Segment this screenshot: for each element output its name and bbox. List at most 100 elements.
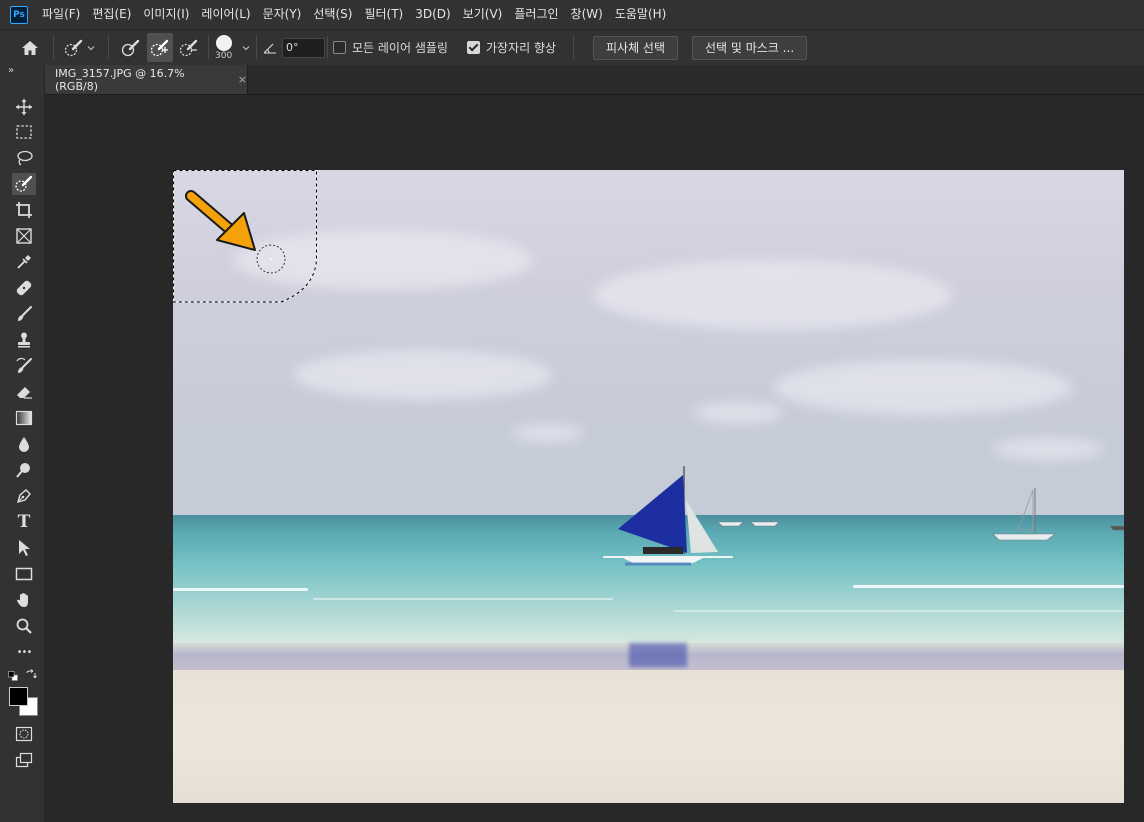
add-to-selection-mode-button[interactable] <box>147 33 173 62</box>
sample-all-layers-label: 모든 레이어 샘플링 <box>352 41 448 55</box>
screen-mode-button[interactable] <box>12 749 36 771</box>
magnifier-icon <box>16 618 32 634</box>
eyedropper-tool[interactable] <box>12 251 36 273</box>
marquee-tool[interactable] <box>12 121 36 143</box>
tool-preset-picker[interactable] <box>62 30 96 65</box>
options-bar: 300 0° 모든 레이어 샘플링 가장자리 향상 피사체 선택 선택 및 마스… <box>0 29 1144 66</box>
gradient-icon <box>15 410 33 426</box>
blur-tool[interactable] <box>12 433 36 455</box>
angle-input[interactable]: 0° <box>282 37 325 58</box>
lasso-tool[interactable] <box>12 147 36 169</box>
menu-image[interactable]: 이미지(I) <box>137 0 195 29</box>
menu-view[interactable]: 보기(V) <box>457 0 509 29</box>
hand-tool[interactable] <box>12 589 36 611</box>
rectangle-tool[interactable] <box>12 563 36 585</box>
lasso-icon <box>17 150 33 166</box>
menu-plugins[interactable]: 플러그인 <box>508 0 564 29</box>
menu-help[interactable]: 도움말(H) <box>609 0 673 29</box>
annotation-arrow-icon <box>185 190 256 251</box>
history-brush-icon <box>16 357 32 373</box>
eyedropper-icon <box>17 255 31 269</box>
crop-tool[interactable] <box>12 199 36 221</box>
home-icon <box>22 40 38 55</box>
menu-select[interactable]: 선택(S) <box>307 0 358 29</box>
sailboat <box>603 466 733 566</box>
menu-filter[interactable]: 필터(T) <box>358 0 409 29</box>
quick-selection-icon <box>15 175 33 192</box>
quick-mask-button[interactable] <box>12 723 36 745</box>
document-tab-bar: IMG_3157.JPG @ 16.7% (RGB/8) × <box>45 65 1144 95</box>
default-colors-button[interactable] <box>8 670 18 681</box>
add-selection-brush-icon <box>150 39 169 56</box>
pen-nib-icon <box>16 489 31 504</box>
document-image[interactable] <box>173 170 1124 803</box>
brush-cursor-center <box>270 258 272 260</box>
bandage-icon <box>16 280 32 296</box>
brush-size-value: 300 <box>215 51 233 61</box>
rectangle-icon <box>15 567 33 581</box>
photoshop-logo: Ps <box>10 5 28 24</box>
frame-icon <box>16 228 32 244</box>
subtract-selection-mode-button[interactable] <box>177 30 201 65</box>
gradient-tool[interactable] <box>12 407 36 429</box>
default-colors-icon <box>8 671 18 681</box>
menu-bar: Ps 파일(F) 편집(E) 이미지(I) 레이어(L) 문자(Y) 선택(S)… <box>0 0 1144 29</box>
tools-panel: » T ••• <box>0 65 45 822</box>
crop-icon <box>16 202 32 218</box>
enhance-edge-label: 가장자리 향상 <box>486 41 557 55</box>
zoom-tool[interactable] <box>12 615 36 637</box>
close-tab-button[interactable]: × <box>238 73 247 86</box>
stamp-icon <box>18 332 30 348</box>
sample-all-layers-checkbox[interactable]: 모든 레이어 샘플링 <box>333 30 448 65</box>
menu-layer[interactable]: 레이어(L) <box>195 0 256 29</box>
water-drop-icon <box>19 437 29 452</box>
distant-boats <box>717 488 1124 541</box>
arrow-cursor-icon <box>19 540 30 556</box>
subtract-selection-brush-icon <box>179 39 198 56</box>
menu-type[interactable]: 문자(Y) <box>257 0 308 29</box>
brush-size-picker[interactable]: 300 <box>215 30 232 65</box>
angle-icon <box>263 43 276 54</box>
menu-file[interactable]: 파일(F) <box>36 0 86 29</box>
chevron-down-icon <box>242 45 250 50</box>
eraser-icon <box>17 387 32 399</box>
chevron-down-icon <box>87 45 95 50</box>
quick-selection-icon <box>64 39 83 56</box>
hand-icon <box>17 593 28 607</box>
menu-window[interactable]: 창(W) <box>565 0 609 29</box>
select-subject-button[interactable]: 피사체 선택 <box>593 35 679 60</box>
menu-3d[interactable]: 3D(D) <box>409 0 456 29</box>
new-selection-mode-button[interactable] <box>119 30 143 65</box>
menu-edit[interactable]: 편집(E) <box>86 0 137 29</box>
pen-tool[interactable] <box>12 485 36 507</box>
new-selection-brush-icon <box>121 39 140 56</box>
dodge-tool[interactable] <box>12 459 36 481</box>
enhance-edge-check <box>467 41 480 54</box>
type-tool[interactable]: T <box>12 511 36 533</box>
enhance-edge-checkbox[interactable]: 가장자리 향상 <box>467 30 556 65</box>
angle-control: 0° <box>263 30 325 65</box>
brush-tool[interactable] <box>12 303 36 325</box>
frame-tool[interactable] <box>12 225 36 247</box>
collapse-panel-button[interactable]: » <box>8 65 14 76</box>
quick-selection-tool[interactable] <box>12 173 36 195</box>
history-brush-tool[interactable] <box>12 355 36 377</box>
rectangular-marquee-icon <box>16 125 32 139</box>
swap-colors-button[interactable] <box>25 669 37 681</box>
eraser-tool[interactable] <box>12 381 36 403</box>
brush-tip-icon <box>215 35 232 51</box>
foreground-color-swatch[interactable] <box>9 687 28 706</box>
path-selection-tool[interactable] <box>12 537 36 559</box>
move-icon <box>16 99 32 115</box>
select-and-mask-button[interactable]: 선택 및 마스크 ... <box>692 35 808 60</box>
sample-all-layers-check <box>333 41 346 54</box>
healing-brush-tool[interactable] <box>12 277 36 299</box>
more-tools-button[interactable]: ••• <box>12 641 36 663</box>
clone-stamp-tool[interactable] <box>12 329 36 351</box>
image-overlay-svg <box>173 170 1124 566</box>
document-tab[interactable]: IMG_3157.JPG @ 16.7% (RGB/8) × <box>45 65 248 94</box>
brush-size-dropdown[interactable] <box>241 30 251 65</box>
move-tool[interactable] <box>12 96 36 118</box>
dodge-icon <box>16 463 30 478</box>
home-button[interactable] <box>20 30 40 65</box>
